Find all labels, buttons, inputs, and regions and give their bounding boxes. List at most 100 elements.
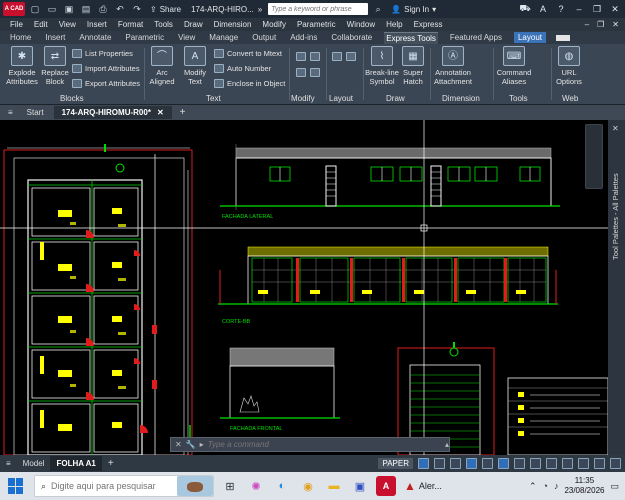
speaker-icon[interactable]: ♪: [554, 481, 559, 491]
modify-tool-3[interactable]: [296, 68, 306, 77]
tray-chevron-icon[interactable]: ⌃: [529, 481, 537, 492]
undo-icon[interactable]: ↶: [113, 2, 127, 16]
snap-icon[interactable]: [434, 458, 445, 469]
network-icon[interactable]: ◔: [543, 481, 548, 491]
menu-tools[interactable]: Tools: [154, 20, 173, 29]
isolate-objects-icon[interactable]: [578, 458, 589, 469]
tab-add-ins[interactable]: Add-ins: [288, 32, 319, 43]
file-explorer-icon[interactable]: ▬: [324, 476, 344, 496]
panel-label-layout[interactable]: Layout: [329, 94, 353, 103]
menu-help[interactable]: Help: [386, 20, 402, 29]
grid-icon[interactable]: [418, 458, 429, 469]
annotation-attachment-button[interactable]: Ⓐ Annotation Attachment: [432, 46, 474, 86]
sign-in-button[interactable]: 👤 Sign In ▾: [391, 5, 436, 14]
replace-block-button[interactable]: ⇄ Replace Block: [39, 46, 71, 86]
taskbar-search-box[interactable]: ⌕: [34, 475, 214, 497]
system-clock[interactable]: 11:35 23/08/2026: [564, 476, 604, 496]
tab-folha-a1[interactable]: FOLHA A1: [50, 456, 102, 471]
help-search-box[interactable]: [268, 3, 369, 15]
close-icon[interactable]: ✕: [609, 4, 621, 15]
copilot-icon[interactable]: ✺: [246, 476, 266, 496]
panel-label-text[interactable]: Text: [206, 94, 221, 103]
clean-screen-icon[interactable]: [594, 458, 605, 469]
notifications-icon[interactable]: ▭: [610, 481, 619, 492]
list-properties-button[interactable]: List Properties: [72, 49, 133, 58]
menu-file[interactable]: File: [10, 20, 23, 29]
search-icon[interactable]: ⌕: [371, 2, 385, 16]
task-view-icon[interactable]: ⊞: [220, 476, 240, 496]
tab-express-tools[interactable]: Express Tools: [384, 31, 438, 44]
command-close-icon[interactable]: ✕: [175, 440, 182, 449]
help-icon[interactable]: ?: [555, 4, 567, 14]
modify-tool-4[interactable]: [310, 68, 320, 77]
chrome-browser-icon[interactable]: ◉: [298, 476, 318, 496]
layout-menu-icon[interactable]: ≡: [0, 459, 17, 468]
command-input[interactable]: [207, 440, 441, 449]
drawing-canvas[interactable]: FACHADA LATERAL CORTE-BB FACHADA FRONTAL: [0, 120, 608, 455]
menu-parametric[interactable]: Parametric: [297, 20, 336, 29]
cad-drawing[interactable]: FACHADA LATERAL CORTE-BB FACHADA FRONTAL: [0, 120, 608, 455]
menu-draw[interactable]: Draw: [184, 20, 203, 29]
tab-model[interactable]: Model: [17, 456, 51, 471]
menu-window[interactable]: Window: [347, 20, 375, 29]
modify-text-button[interactable]: A Modify Text: [180, 46, 210, 86]
weather-widget-icon[interactable]: [177, 476, 213, 496]
modify-tool-1[interactable]: [296, 52, 306, 61]
store-icon[interactable]: ▣: [350, 476, 370, 496]
tab-parametric[interactable]: Parametric: [123, 32, 166, 43]
wrench-icon[interactable]: 🔧: [186, 440, 196, 449]
menu-dimension[interactable]: Dimension: [214, 20, 252, 29]
doc-tab-start[interactable]: Start: [19, 106, 52, 119]
navigation-bar[interactable]: [585, 124, 603, 189]
open-folder-icon[interactable]: ▭: [45, 2, 59, 16]
command-options-icon[interactable]: ▴: [445, 440, 449, 449]
app-menu-icon[interactable]: ≡: [4, 108, 17, 117]
break-line-symbol-button[interactable]: ⌇ Break-line Symbol: [364, 46, 400, 86]
redo-icon[interactable]: ↷: [130, 2, 144, 16]
autodesk-a360-icon[interactable]: A: [537, 4, 549, 14]
command-history-icon[interactable]: ▸: [200, 440, 204, 449]
drawing-restore-icon[interactable]: ❐: [597, 20, 604, 29]
import-attributes-button[interactable]: Import Attributes: [72, 64, 140, 73]
tab-home[interactable]: Home: [8, 32, 33, 43]
minimize-icon[interactable]: –: [573, 4, 585, 14]
save-as-icon[interactable]: ▤: [79, 2, 93, 16]
menu-edit[interactable]: Edit: [34, 20, 48, 29]
taskbar-search-input[interactable]: [51, 481, 171, 491]
lineweight-icon[interactable]: [514, 458, 525, 469]
enclose-in-object-button[interactable]: Enclose in Object: [214, 79, 285, 88]
add-layout-button[interactable]: +: [102, 458, 120, 469]
tab-collaborate[interactable]: Collaborate: [329, 32, 374, 43]
tab-output[interactable]: Output: [250, 32, 278, 43]
super-hatch-button[interactable]: ▦ Super Hatch: [399, 46, 427, 86]
tab-featured-apps[interactable]: Featured Apps: [448, 32, 504, 43]
save-icon[interactable]: ▣: [62, 2, 76, 16]
ortho-icon[interactable]: [450, 458, 461, 469]
menu-view[interactable]: View: [59, 20, 76, 29]
layout-tool-2[interactable]: [346, 52, 356, 61]
menu-modify[interactable]: Modify: [262, 20, 286, 29]
convert-to-mtext-button[interactable]: Convert to Mtext: [214, 49, 282, 58]
drawing-close-icon[interactable]: ✕: [612, 20, 619, 29]
edge-browser-icon[interactable]: ◐: [272, 476, 292, 496]
cart-icon[interactable]: ⛟: [519, 3, 531, 15]
tab-view[interactable]: View: [176, 32, 197, 43]
polar-tracking-icon[interactable]: [466, 458, 477, 469]
panel-label-blocks[interactable]: Blocks: [60, 94, 84, 103]
drawing-minimize-icon[interactable]: –: [585, 20, 589, 29]
command-line[interactable]: ✕ 🔧 ▸ ▴: [170, 437, 450, 452]
share-button[interactable]: ⇪ Share: [150, 5, 181, 14]
ribbon-minimize-toggle[interactable]: [556, 34, 570, 41]
tab-annotate[interactable]: Annotate: [77, 32, 113, 43]
isodraft-icon[interactable]: [482, 458, 493, 469]
panel-label-modify[interactable]: Modify: [291, 94, 315, 103]
restore-icon[interactable]: ❐: [591, 4, 603, 15]
tab-layout[interactable]: Layout: [513, 32, 546, 43]
modify-tool-2[interactable]: [310, 52, 320, 61]
autocad-taskbar-icon[interactable]: A: [376, 476, 396, 496]
panel-label-web[interactable]: Web: [562, 94, 578, 103]
menu-format[interactable]: Format: [118, 20, 143, 29]
command-aliases-button[interactable]: ⌨ Command Aliases: [494, 46, 534, 86]
windows-start-icon[interactable]: [8, 478, 24, 494]
panel-label-dimension[interactable]: Dimension: [442, 94, 480, 103]
